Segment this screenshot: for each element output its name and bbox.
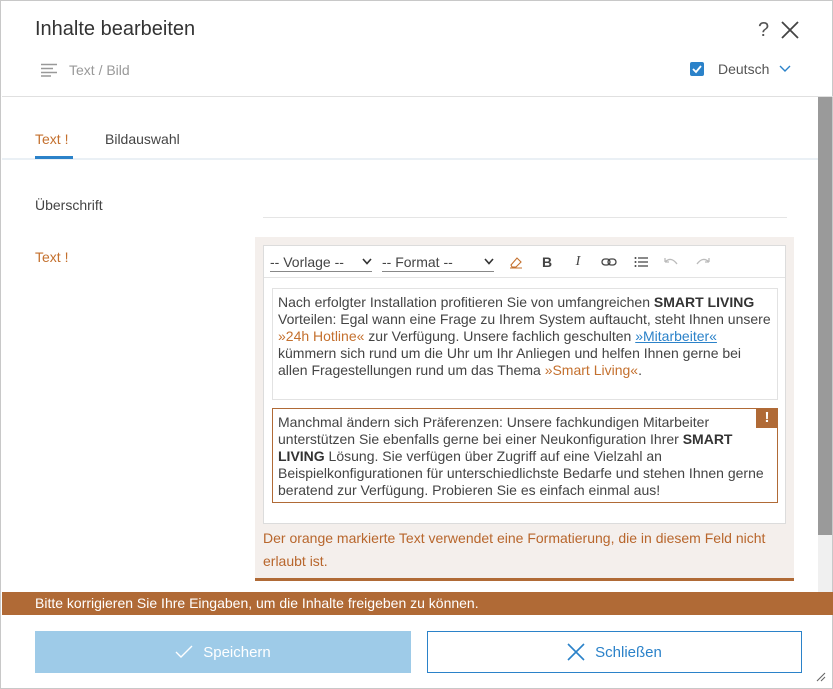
paragraph-text: Manchmal ändern sich Präferenzen: Unsere… — [278, 414, 710, 447]
template-select-value: -- Vorlage -- — [270, 253, 344, 270]
save-button-label: Speichern — [203, 643, 271, 661]
close-icon — [567, 643, 585, 661]
hotline-link[interactable]: »24h Hotline« — [278, 328, 364, 344]
language-checkbox[interactable] — [690, 62, 704, 76]
tab-text[interactable]: Text ! — [35, 131, 68, 147]
chevron-down-icon — [484, 258, 494, 265]
paragraph-text: zur Verfügung. Unsere fachlich geschulte… — [364, 328, 636, 344]
save-button[interactable]: Speichern — [35, 631, 411, 673]
language-label: Deutsch — [718, 61, 770, 77]
close-icon[interactable] — [780, 20, 800, 40]
rich-text-editor[interactable]: -- Vorlage -- -- Format -- B I Nach erfo… — [263, 245, 786, 524]
chevron-down-icon — [779, 65, 791, 72]
staff-link[interactable]: »Mitarbeiter« — [635, 328, 717, 344]
paragraph-text: kümmern sich rund um die Uhr um Ihr Anli… — [278, 345, 742, 378]
content-type: Text / Bild — [41, 61, 130, 79]
panel-error-border — [255, 578, 794, 581]
help-icon[interactable]: ? — [758, 19, 769, 41]
heading-input[interactable] — [263, 192, 787, 218]
paragraph-text: . — [638, 362, 642, 378]
close-button[interactable]: Schließen — [427, 631, 802, 673]
resize-grip-icon[interactable] — [814, 670, 826, 682]
list-icon[interactable] — [631, 253, 651, 271]
eraser-icon[interactable] — [506, 253, 526, 271]
text-lines-icon — [41, 63, 57, 77]
checkmark-icon — [175, 645, 193, 658]
paragraph-text: Vorteilen: Egal wann eine Frage zu Ihrem… — [278, 311, 771, 327]
format-error-message: Der orange markierte Text verwendet eine… — [263, 530, 766, 569]
tab-image-selection[interactable]: Bildauswahl — [105, 131, 180, 147]
validation-banner: Bitte korrigieren Sie Ihre Eingaben, um … — [2, 592, 833, 615]
text-label: Text ! — [35, 249, 69, 265]
scrollbar-thumb[interactable] — [818, 97, 832, 535]
chevron-down-icon — [362, 258, 372, 265]
text-paragraph[interactable]: Nach erfolgter Installation profitieren … — [272, 288, 778, 400]
format-select[interactable]: -- Format -- — [382, 252, 494, 272]
tabs-divider — [2, 158, 818, 160]
content-type-label: Text / Bild — [69, 62, 130, 78]
undo-icon[interactable] — [661, 253, 681, 271]
format-select-value: -- Format -- — [382, 253, 453, 270]
language-selector[interactable]: Deutsch — [690, 61, 791, 77]
smart-living-link[interactable]: »Smart Living« — [545, 362, 638, 378]
redo-icon[interactable] — [693, 253, 713, 271]
editor-toolbar: -- Vorlage -- -- Format -- B I — [264, 246, 785, 278]
paragraph-text: Nach erfolgter Installation profitieren … — [278, 294, 654, 310]
dialog-title: Inhalte bearbeiten — [35, 18, 196, 40]
active-tab-indicator — [35, 156, 73, 159]
bold-brand-text: SMART LIVING — [653, 294, 755, 310]
template-select[interactable]: -- Vorlage -- — [270, 252, 372, 272]
italic-icon[interactable]: I — [568, 253, 588, 271]
header-divider — [2, 96, 833, 97]
paragraph-text: Lösung. Sie verfügen über Zugriff auf ei… — [278, 448, 764, 498]
link-icon[interactable] — [599, 253, 619, 271]
bold-icon[interactable]: B — [537, 253, 557, 271]
edit-content-dialog: Inhalte bearbeiten ? Text / Bild Deutsch… — [0, 0, 833, 689]
heading-label: Überschrift — [35, 197, 103, 213]
close-button-label: Schließen — [595, 643, 662, 661]
warning-icon: ! — [756, 408, 778, 428]
text-paragraph-invalid[interactable]: Manchmal ändern sich Präferenzen: Unsere… — [272, 408, 778, 503]
